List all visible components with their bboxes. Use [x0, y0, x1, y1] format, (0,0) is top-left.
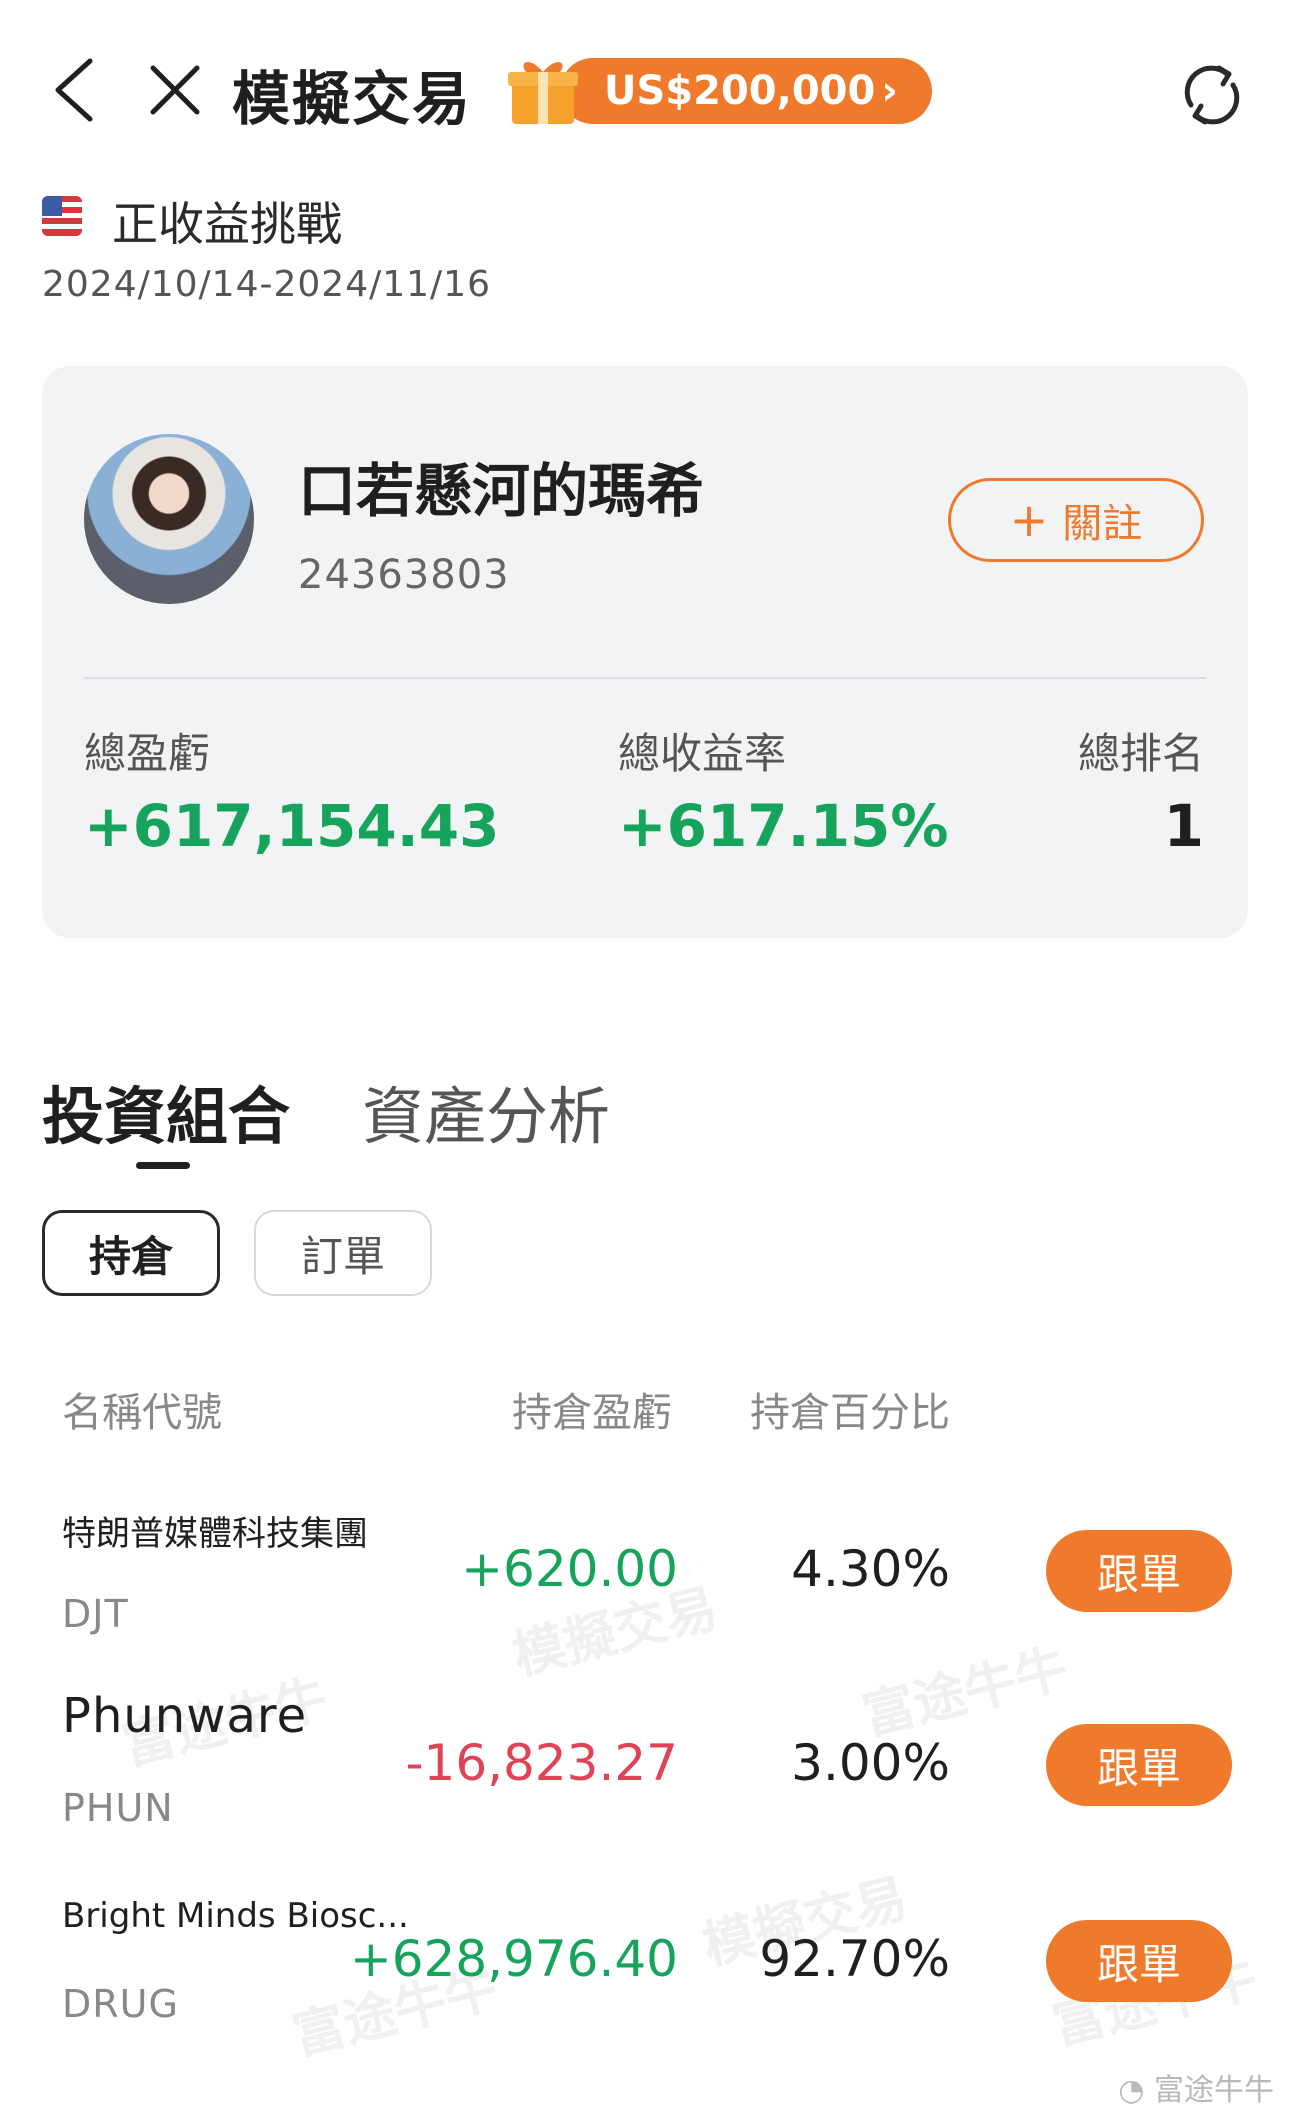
total-return-label: 總收益率 [618, 729, 787, 778]
position-percent: 92.70% [759, 1930, 950, 1988]
us-flag-icon [42, 196, 82, 236]
follow-order-button[interactable]: 跟單 [1046, 1530, 1232, 1612]
total-rank-value: 1 [1163, 792, 1204, 860]
gift-icon [508, 62, 578, 124]
tab-portfolio[interactable]: 投資組合 [42, 1066, 290, 1156]
card-divider [84, 677, 1206, 679]
table-row[interactable]: Bright Minds Biosc... DRUG +628,976.40 9… [0, 1890, 1290, 2080]
refresh-button[interactable] [1172, 55, 1252, 135]
total-pnl-label: 總盈虧 [84, 729, 211, 778]
gift-amount-pill[interactable]: US$200,000 › [560, 58, 932, 124]
page-title: 模擬交易 [232, 65, 473, 133]
active-tab-indicator [136, 1162, 190, 1169]
subtab-orders[interactable]: 訂單 [254, 1210, 432, 1296]
column-header-percent: 持倉百分比 [750, 1390, 950, 1436]
follow-label: 關註 [1062, 501, 1143, 547]
stock-name: Phunware [62, 1688, 308, 1744]
back-arrow-icon [55, 58, 93, 122]
follow-order-button[interactable]: 跟單 [1046, 1724, 1232, 1806]
stock-code: DJT [62, 1592, 129, 1636]
username: 口若懸河的瑪希 [298, 457, 705, 525]
brand-logo-icon: ◔ [1118, 2073, 1154, 2108]
gift-amount: US$200,000 [604, 68, 876, 114]
follow-button[interactable]: + 關註 [948, 478, 1204, 562]
brand-watermark-text: 富途牛牛 [1154, 2073, 1274, 2108]
close-icon [150, 65, 200, 115]
total-return-value: +617.15% [618, 792, 949, 860]
stock-name: 特朗普媒體科技集團 [62, 1514, 368, 1554]
position-percent: 4.30% [791, 1540, 950, 1598]
total-rank-label: 總排名 [1077, 729, 1204, 778]
follow-order-button[interactable]: 跟單 [1046, 1920, 1232, 2002]
stock-code: PHUN [62, 1786, 174, 1830]
tab-asset-analysis[interactable]: 資產分析 [362, 1066, 610, 1156]
stock-code: DRUG [62, 1982, 179, 2026]
table-row[interactable]: 特朗普媒體科技集團 DJT +620.00 4.30% 跟單 [0, 1500, 1290, 1690]
back-button[interactable] [38, 55, 108, 125]
table-row[interactable]: Phunware PHUN -16,823.27 3.00% 跟單 [0, 1688, 1290, 1884]
position-pnl: +620.00 [461, 1540, 678, 1598]
position-pnl: +628,976.40 [349, 1930, 678, 1988]
position-percent: 3.00% [791, 1734, 950, 1792]
gift-balance-badge[interactable]: US$200,000 › [506, 54, 932, 128]
subtab-positions[interactable]: 持倉 [42, 1210, 220, 1296]
chevron-right-icon: › [881, 68, 898, 114]
column-header-pnl: 持倉盈虧 [512, 1390, 672, 1436]
avatar[interactable] [84, 434, 254, 604]
brand-watermark: ◔ 富途牛牛 [1118, 2065, 1274, 2109]
position-pnl: -16,823.27 [405, 1734, 678, 1792]
challenge-name: 正收益挑戰 [112, 197, 342, 251]
challenge-dates: 2024/10/14-2024/11/16 [42, 264, 491, 305]
refresh-icon [1184, 65, 1240, 125]
user-id: 24363803 [298, 552, 510, 598]
plus-icon: + [1009, 493, 1049, 547]
total-pnl-value: +617,154.43 [84, 792, 500, 860]
close-button[interactable] [140, 55, 210, 125]
column-header-name: 名稱代號 [62, 1390, 222, 1436]
